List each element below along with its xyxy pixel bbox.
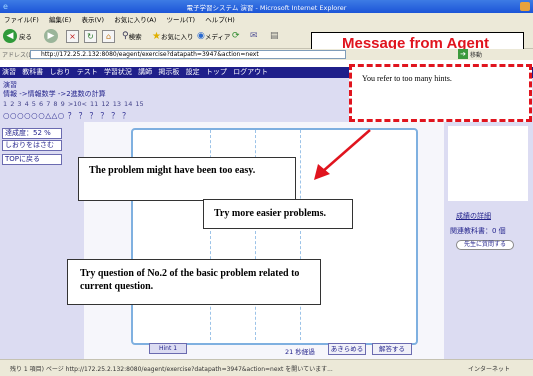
hint-button[interactable]: Hint 1 <box>149 343 187 354</box>
progress-indicator: 達成度：52 % <box>2 128 62 139</box>
stop-button[interactable]: × <box>66 29 79 43</box>
media-icon: ◉ <box>197 31 205 41</box>
agent-hint-popup: You refer to too many hints. <box>349 64 532 122</box>
print-button[interactable]: ▤ <box>270 29 279 43</box>
menu-bar: ファイル(F) 編集(E) 表示(V) お気に入り(A) ツール(T) ヘルプ(… <box>0 13 533 24</box>
search-label: 検索 <box>128 33 142 41</box>
refresh-icon: ↻ <box>84 29 97 43</box>
elapsed-timer: 21 秒経過 <box>285 348 315 356</box>
nav-exercise[interactable]: 演習 <box>0 67 18 78</box>
history-button[interactable]: ⟳ <box>232 29 240 43</box>
left-sidebar: 達成度：52 % しおりをはさむ TOPに戻る <box>0 122 84 359</box>
nav-test[interactable]: テスト <box>75 67 100 78</box>
forward-button[interactable]: ▶ <box>44 29 60 43</box>
note-basic-problem: Try question of No.2 of the basic proble… <box>67 259 321 305</box>
print-icon: ▤ <box>270 31 279 41</box>
window-title: 電子学習システム 演習 - Microsoft Internet Explore… <box>186 4 347 12</box>
pointer-arrow-icon <box>314 129 371 180</box>
agent-hint-text: You refer to too many hints. <box>362 74 452 83</box>
breadcrumb[interactable]: 情報 ->情報数学 ->2進数の計算 <box>3 89 106 99</box>
mail-button[interactable]: ✉ <box>250 29 258 43</box>
nav-settings[interactable]: 設定 <box>184 67 202 78</box>
stop-icon: × <box>66 29 79 43</box>
nav-top[interactable]: トップ <box>204 67 229 78</box>
bookmark-button[interactable]: しおりをはさむ <box>2 140 62 151</box>
back-label: 戻る <box>19 33 32 41</box>
search-icon: ⚲ <box>122 31 129 41</box>
ask-teacher-button[interactable]: 先生に質問する <box>456 240 514 250</box>
media-button[interactable]: ◉ メディア <box>197 29 230 43</box>
problem-controls: Hint 1 21 秒経過 あきらめる 解答する <box>131 341 418 357</box>
back-arrow-icon: ◀ <box>3 29 17 43</box>
forward-arrow-icon: ▶ <box>44 29 58 43</box>
nav-logout[interactable]: ログアウト <box>231 67 270 78</box>
status-bar: 残り 1 項目) ページ http://172.25.2.132:8080/ea… <box>0 359 533 376</box>
question-numbers[interactable]: 1 2 3 4 5 6 7 8 9 >10< 11 12 13 14 15 <box>3 100 144 108</box>
window-controls[interactable] <box>520 2 530 11</box>
refresh-button[interactable]: ↻ <box>84 29 97 43</box>
history-icon: ⟳ <box>232 31 240 41</box>
star-icon: ★ <box>152 30 161 42</box>
nav-board[interactable]: 掲示板 <box>156 67 181 78</box>
media-label: メディア <box>204 33 231 41</box>
address-bar: アドレス(D) http://172.25.2.132:8080/eagent/… <box>0 49 533 60</box>
answer-button[interactable]: 解答する <box>372 343 412 355</box>
related-textbooks: 関連教科書：0 個 <box>450 227 506 235</box>
go-arrow-icon[interactable]: ➔ <box>458 49 468 59</box>
window-titlebar: e 電子学習システム 演習 - Microsoft Internet Explo… <box>0 0 533 13</box>
nav-textbook[interactable]: 教科書 <box>20 67 45 78</box>
go-label[interactable]: 移動 <box>470 50 482 59</box>
back-top-button[interactable]: TOPに戻る <box>2 154 62 165</box>
favorites-label: お気に入り <box>160 33 194 41</box>
result-marks: ○○○○○○△△○ ？ ？ ？ ？ ？ ？ <box>3 111 131 120</box>
agent-image-area <box>448 126 528 201</box>
nav-status[interactable]: 学習状況 <box>102 67 134 78</box>
mail-icon: ✉ <box>250 31 258 41</box>
home-icon: ⌂ <box>102 29 115 43</box>
favorites-button[interactable]: ★ お気に入り <box>152 29 193 43</box>
note-easier-problems: Try more easier problems. <box>203 199 353 229</box>
search-button[interactable]: ⚲ 検索 <box>122 29 142 43</box>
status-text: 残り 1 項目) ページ http://172.25.2.132:8080/ea… <box>10 366 333 373</box>
note-too-easy: The problem might have been too easy. <box>78 157 296 201</box>
give-up-button[interactable]: あきらめる <box>328 343 366 355</box>
internet-zone: インターネット <box>468 366 511 373</box>
nav-teacher[interactable]: 講師 <box>136 67 154 78</box>
grade-detail-link[interactable]: 成績の詳細 <box>456 211 491 221</box>
home-button[interactable]: ⌂ <box>102 29 115 43</box>
back-button[interactable]: ◀ 戻る <box>3 29 32 43</box>
address-input[interactable]: http://172.25.2.132:8080/eagent/exercise… <box>30 50 346 59</box>
nav-bookmark[interactable]: しおり <box>47 67 72 78</box>
